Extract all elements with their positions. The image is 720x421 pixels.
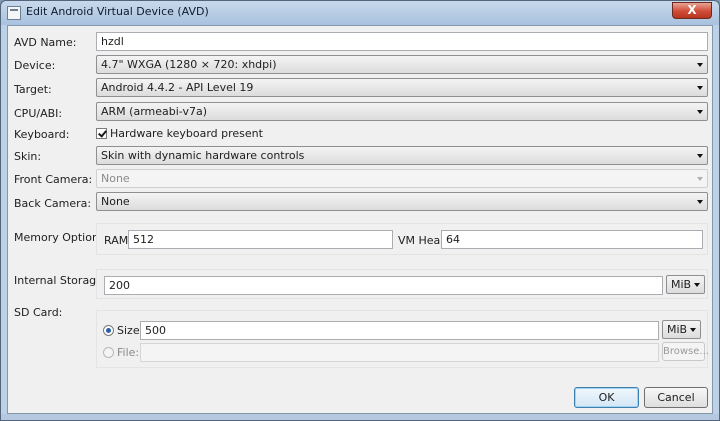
- chevron-down-icon: [694, 283, 700, 287]
- sd-file-radio[interactable]: [103, 347, 114, 358]
- sd-size-unit-select[interactable]: MiB: [662, 320, 701, 339]
- sd-size-unit-value: MiB: [667, 323, 688, 336]
- sd-file-label[interactable]: File:: [117, 346, 139, 359]
- back-camera-label: Back Camera:: [14, 197, 92, 210]
- internal-storage-label: Internal Storage:: [14, 274, 107, 287]
- front-camera-select: None: [96, 169, 708, 188]
- target-select-value: Android 4.4.2 - API Level 19: [101, 81, 254, 94]
- close-button[interactable]: X: [672, 2, 712, 19]
- chevron-down-icon: [697, 177, 703, 181]
- dialog-body: AVD Name: hzdl Device: 4.7" WXGA (1280 ×…: [7, 25, 713, 414]
- target-label: Target:: [14, 83, 52, 96]
- device-select[interactable]: 4.7" WXGA (1280 × 720: xhdpi): [96, 55, 708, 74]
- chevron-down-icon: [697, 200, 703, 204]
- sd-card-group: Size: 500 MiB File: Browse...: [96, 310, 709, 368]
- memory-options-group: RAM: 512 VM Heap: 64: [96, 223, 708, 255]
- cpu-abi-label: CPU/ABI:: [14, 107, 63, 120]
- cpu-abi-select[interactable]: ARM (armeabi-v7a): [96, 102, 708, 121]
- browse-button: Browse...: [662, 342, 709, 361]
- avd-name-input[interactable]: hzdl: [96, 32, 708, 51]
- device-label: Device:: [14, 59, 56, 72]
- chevron-down-icon: [690, 328, 696, 332]
- chevron-down-icon: [697, 154, 703, 158]
- keyboard-label: Keyboard:: [14, 128, 70, 141]
- window-bottom-border: [1, 414, 719, 420]
- skin-select-value: Skin with dynamic hardware controls: [101, 149, 305, 162]
- avd-name-label: AVD Name:: [14, 36, 77, 49]
- internal-storage-input[interactable]: 200: [104, 276, 663, 295]
- memory-options-label: Memory Options:: [14, 231, 109, 244]
- ram-input[interactable]: 512: [128, 230, 393, 249]
- skin-label: Skin:: [14, 150, 42, 163]
- internal-storage-group: 200 MiB: [96, 269, 708, 299]
- window-title: Edit Android Virtual Device (AVD): [26, 5, 209, 18]
- cpu-abi-select-value: ARM (armeabi-v7a): [101, 105, 207, 118]
- internal-storage-unit-value: MiB: [671, 278, 692, 291]
- device-select-value: 4.7" WXGA (1280 × 720: xhdpi): [101, 58, 277, 71]
- sd-size-radio[interactable]: [103, 325, 114, 336]
- skin-select[interactable]: Skin with dynamic hardware controls: [96, 146, 708, 165]
- sd-card-label: SD Card:: [14, 306, 63, 319]
- title-bar[interactable]: Edit Android Virtual Device (AVD) X: [1, 1, 719, 25]
- window-icon: [7, 6, 21, 20]
- ok-button[interactable]: OK: [574, 387, 639, 408]
- chevron-down-icon: [697, 86, 703, 90]
- vm-heap-input[interactable]: 64: [441, 230, 703, 249]
- hardware-keyboard-checkbox[interactable]: [96, 128, 107, 139]
- back-camera-select[interactable]: None: [96, 192, 708, 211]
- sd-file-input: [140, 343, 659, 362]
- chevron-down-icon: [697, 63, 703, 67]
- hardware-keyboard-label[interactable]: Hardware keyboard present: [110, 127, 263, 140]
- internal-storage-unit-select[interactable]: MiB: [666, 275, 705, 294]
- front-camera-select-value: None: [101, 172, 130, 185]
- chevron-down-icon: [697, 110, 703, 114]
- edit-avd-dialog: Edit Android Virtual Device (AVD) X AVD …: [0, 0, 720, 421]
- cancel-button[interactable]: Cancel: [644, 387, 708, 408]
- target-select[interactable]: Android 4.4.2 - API Level 19: [96, 78, 708, 97]
- back-camera-select-value: None: [101, 195, 130, 208]
- sd-size-input[interactable]: 500: [140, 321, 659, 340]
- front-camera-label: Front Camera:: [14, 173, 93, 186]
